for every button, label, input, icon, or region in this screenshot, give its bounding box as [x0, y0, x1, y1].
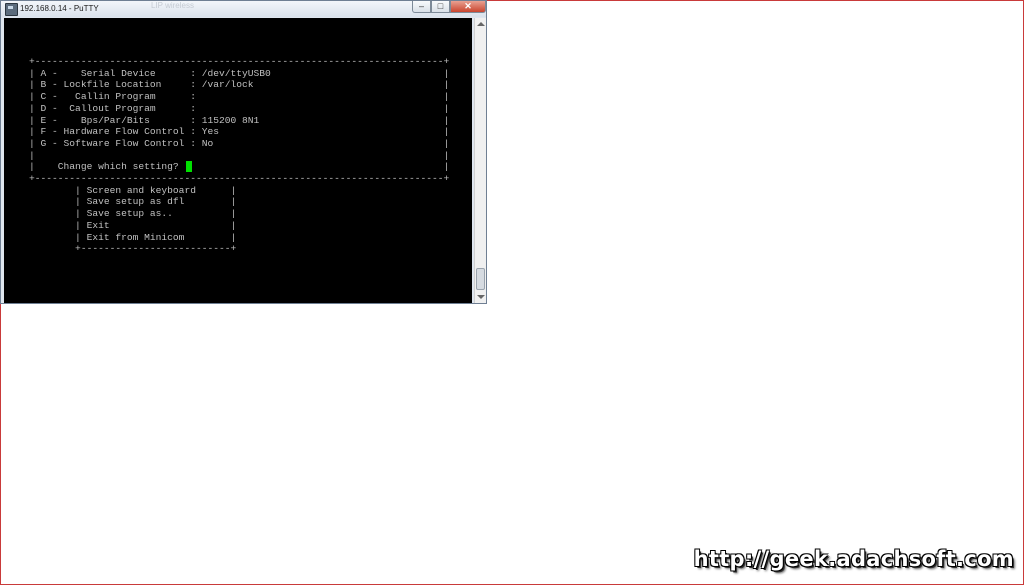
terminal-line: | G - Software Flow Control : No |: [29, 137, 450, 149]
terminal-line: | B - Lockfile Location : /var/lock |: [29, 79, 450, 91]
terminal-line: | E - Bps/Par/Bits : 115200 8N1 |: [29, 114, 450, 126]
putty-app-icon[interactable]: [5, 3, 18, 16]
terminal-line: +--------------------------+: [29, 243, 237, 255]
maximize-button[interactable]: □: [431, 1, 450, 13]
terminal-line: | Change which setting? |: [29, 161, 450, 173]
scroll-up-arrow-icon[interactable]: [477, 22, 485, 26]
terminal-line: | Screen and keyboard |: [29, 184, 237, 196]
terminal-text: +---------------------------------------…: [29, 56, 449, 255]
terminal-line: | Exit from Minicom |: [29, 231, 237, 243]
terminal-line: | F - Hardware Flow Control : Yes |: [29, 126, 450, 138]
maximize-icon: □: [437, 1, 444, 11]
terminal-line: | |: [29, 149, 450, 161]
terminal-line: | D - Callout Program : |: [29, 102, 450, 114]
scrollbar-thumb[interactable]: [476, 268, 485, 290]
terminal-screen[interactable]: +---------------------------------------…: [4, 18, 472, 303]
minimize-button[interactable]: –: [412, 1, 431, 13]
terminal-line: | Exit |: [29, 219, 237, 231]
terminal-line: +---------------------------------------…: [29, 56, 450, 67]
terminal-cursor: [186, 161, 192, 172]
close-button[interactable]: ✕: [450, 1, 486, 13]
title-bar[interactable]: 192.168.0.14 - PuTTY LIP wireless – □ ✕: [1, 1, 486, 17]
terminal-line: | C - Callin Program : |: [29, 91, 450, 103]
terminal-line: | Save setup as dfl |: [29, 196, 237, 208]
minimize-icon: –: [418, 1, 424, 11]
putty-window[interactable]: 192.168.0.14 - PuTTY LIP wireless – □ ✕ …: [0, 0, 487, 304]
close-icon: ✕: [464, 1, 472, 11]
terminal-line: +---------------------------------------…: [29, 173, 450, 185]
watermark-url: http://geek.adachsoft.com: [693, 547, 1014, 571]
terminal-line: | Save setup as.. |: [29, 208, 237, 220]
vertical-scrollbar[interactable]: [474, 18, 486, 303]
window-title: 192.168.0.14 - PuTTY: [20, 4, 99, 13]
background-window-text: LIP wireless: [151, 1, 194, 10]
terminal-line: | A - Serial Device : /dev/ttyUSB0 |: [29, 67, 450, 79]
scroll-down-arrow-icon[interactable]: [477, 295, 485, 299]
